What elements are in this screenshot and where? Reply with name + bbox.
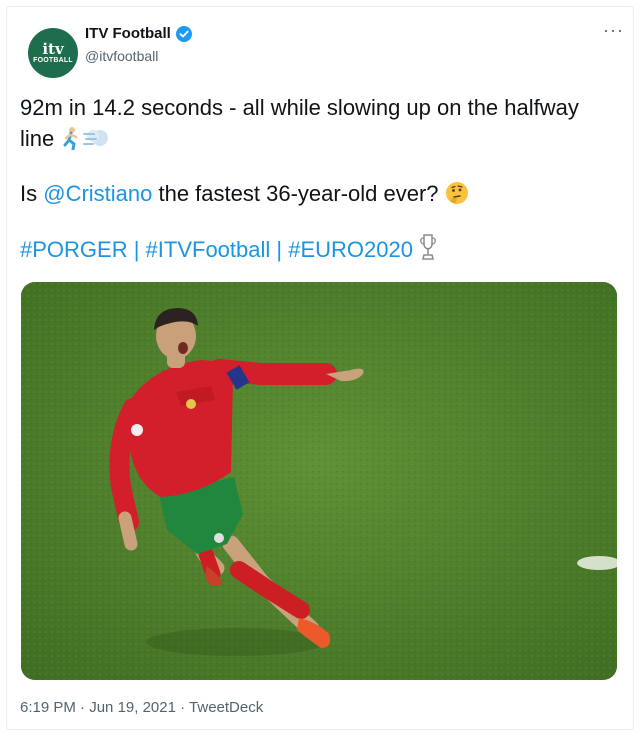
thinking-face-emoji-icon bbox=[445, 181, 469, 213]
tweet-time[interactable]: 6:19 PM bbox=[20, 699, 76, 716]
tweet-text: 92m in 14.2 seconds - all while slowing … bbox=[20, 92, 610, 269]
avatar-logo-text: itv bbox=[42, 39, 64, 58]
tweet-paragraph-3: #PORGER | #ITVFootball | #EURO2020 bbox=[20, 233, 610, 269]
tweet-question-prefix: Is bbox=[20, 181, 44, 206]
football-player-photo bbox=[21, 282, 617, 680]
more-options-icon[interactable]: ··· bbox=[603, 20, 624, 41]
tweet-date[interactable]: Jun 19, 2021 bbox=[89, 699, 176, 716]
verified-badge-icon bbox=[175, 25, 192, 42]
tweet-source[interactable]: TweetDeck bbox=[189, 699, 263, 716]
author-name-row[interactable]: ITV Football bbox=[85, 25, 192, 42]
trophy-emoji-icon bbox=[419, 233, 437, 269]
tweet-paragraph-2: Is @Cristiano the fastest 36-year-old ev… bbox=[20, 178, 610, 213]
tweet-footer: 6:19 PM · Jun 19, 2021 · TweetDeck bbox=[20, 699, 263, 716]
hashtag-separator: | bbox=[270, 237, 289, 262]
author-handle[interactable]: @itvfootball bbox=[85, 48, 158, 64]
mention-link[interactable]: @Cristiano bbox=[43, 181, 152, 206]
running-emoji-icon bbox=[60, 126, 82, 158]
tweet-question-suffix: the fastest 36-year-old ever? bbox=[152, 181, 439, 206]
tweet-media-photo[interactable] bbox=[21, 282, 617, 680]
hashtag-separator: | bbox=[127, 237, 146, 262]
tweet-paragraph-1: 92m in 14.2 seconds - all while slowing … bbox=[20, 92, 610, 158]
dash-emoji-icon bbox=[82, 126, 110, 158]
hashtag-itvfootball[interactable]: #ITVFootball bbox=[146, 237, 271, 262]
avatar-logo-subtext: FOOTBALL bbox=[33, 56, 73, 64]
footer-separator: · bbox=[75, 699, 90, 716]
hashtag-porger[interactable]: #PORGER bbox=[20, 237, 128, 262]
footer-separator: · bbox=[175, 699, 190, 716]
avatar[interactable]: itv FOOTBALL bbox=[28, 28, 78, 78]
hashtag-euro2020[interactable]: #EURO2020 bbox=[288, 237, 413, 262]
display-name[interactable]: ITV Football bbox=[85, 25, 171, 42]
